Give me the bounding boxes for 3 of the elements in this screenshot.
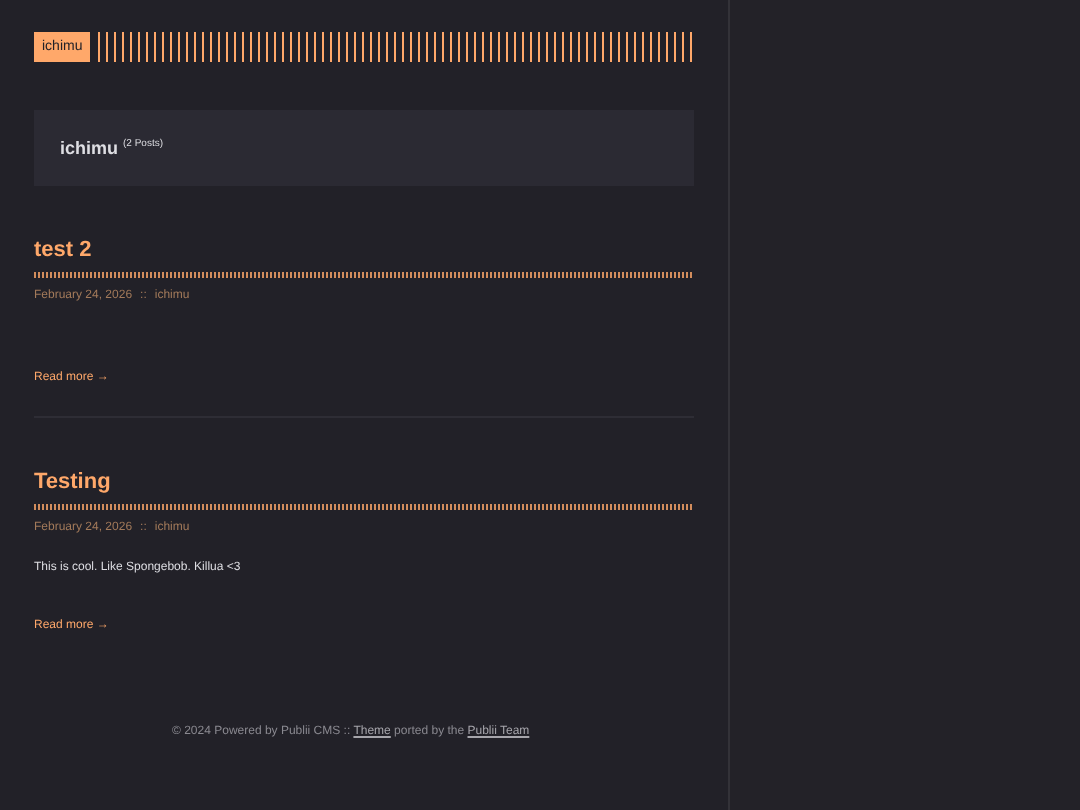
post-title[interactable]: Testing	[34, 470, 694, 494]
author-name: ichimu $^{(2 Posts)}$	[60, 138, 164, 158]
post-title[interactable]: test 2	[34, 238, 694, 262]
